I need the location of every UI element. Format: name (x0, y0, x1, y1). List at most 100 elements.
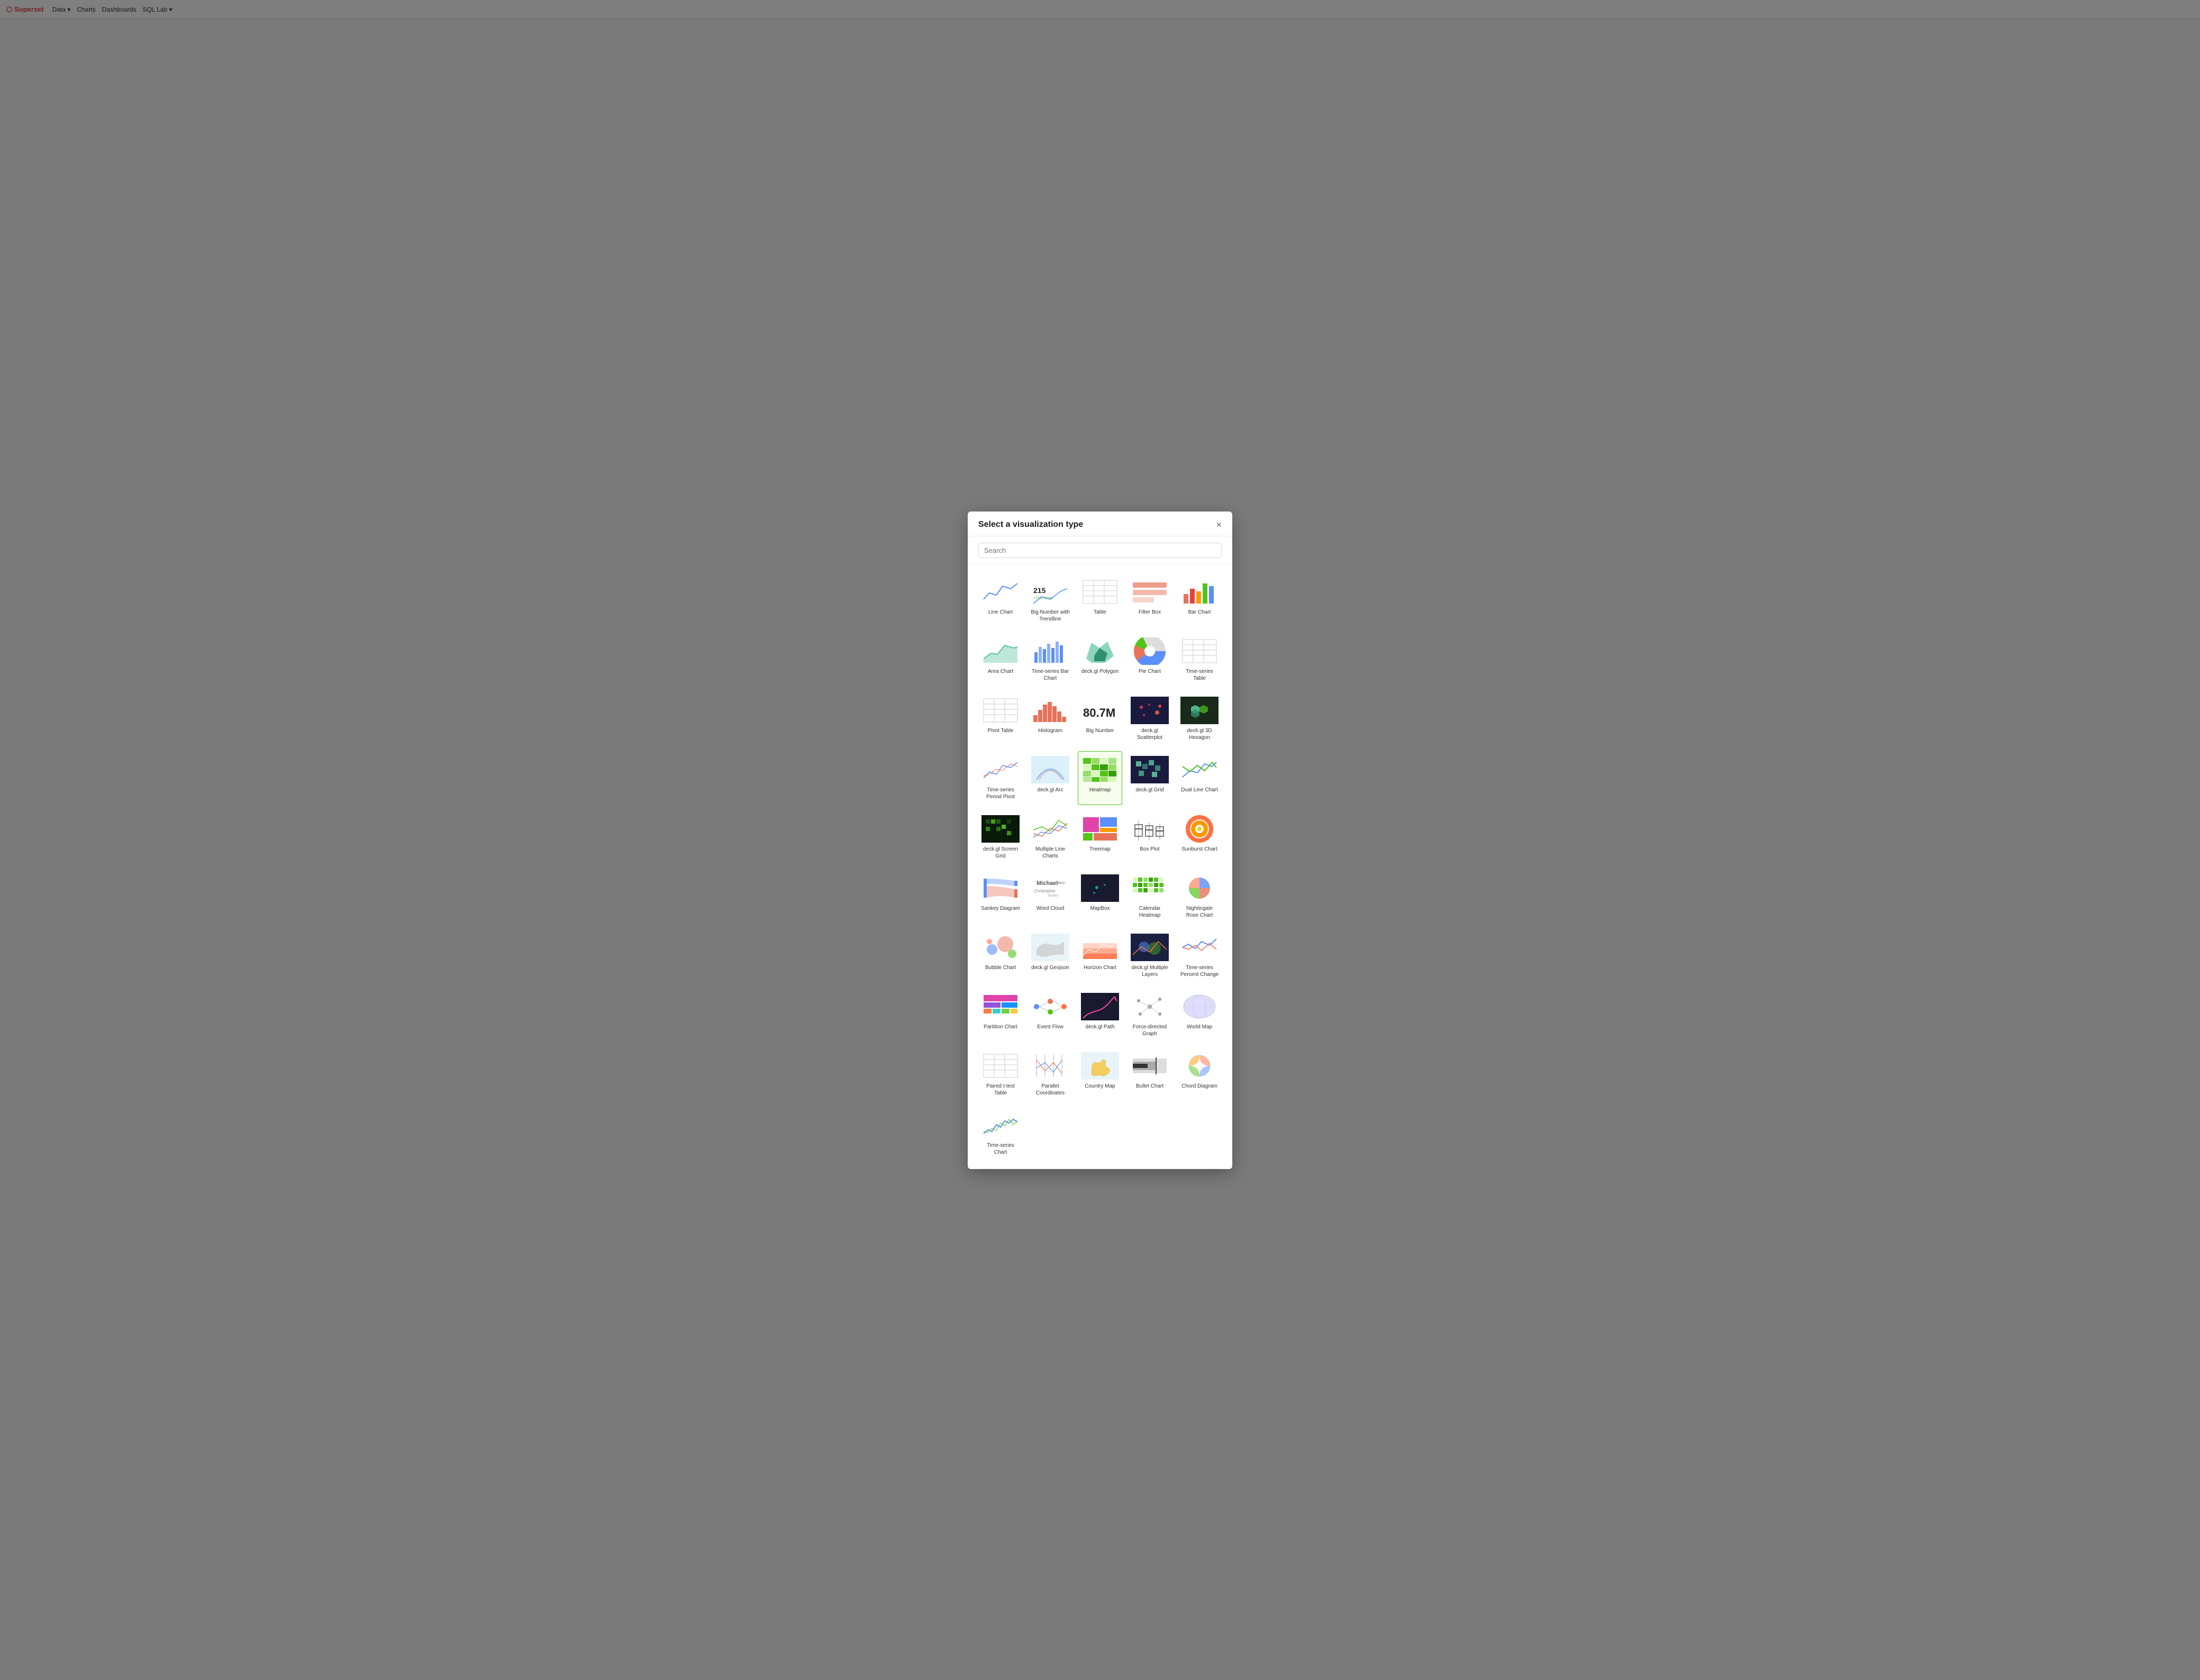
viz-type-force-directed[interactable]: Force-directed Graph (1128, 988, 1172, 1042)
viz-thumb-deckgl-arc (1031, 756, 1069, 783)
viz-thumb-big-number: 80.7M (1081, 697, 1119, 724)
viz-label-treemap: Treemap (1089, 846, 1111, 853)
viz-type-deckgl-3d-hexagon[interactable]: deck.gl 3D Hexagon (1177, 692, 1222, 746)
viz-type-big-number-trendline[interactable]: 215+70% WoWBig Number with Trendline (1028, 573, 1072, 627)
svg-text:80.7M: 80.7M (1083, 706, 1115, 719)
viz-type-line-chart[interactable]: Line Chart (978, 573, 1023, 627)
viz-type-paired-ttest[interactable]: Paired t-test Table (978, 1047, 1023, 1101)
viz-label-time-series-table: Time-series Table (1180, 668, 1219, 682)
viz-label-pivot-table: Pivot Table (988, 727, 1014, 734)
viz-type-heatmap[interactable]: Heatmap (1078, 751, 1122, 805)
viz-type-partition-chart[interactable]: Partition Chart (978, 988, 1023, 1042)
viz-label-horizon: Horizon Chart (1084, 964, 1116, 971)
viz-type-horizon[interactable]: Horizon Chart (1078, 929, 1122, 983)
viz-label-time-series-chart: Time-series Chart (981, 1142, 1020, 1156)
viz-type-deckgl-path[interactable]: deck.gl Path (1078, 988, 1122, 1042)
viz-grid: Line Chart215+70% WoWBig Number with Tre… (978, 573, 1222, 1161)
viz-type-time-series-chart[interactable]: Time-series Chart (978, 1107, 1023, 1161)
viz-type-bar-chart[interactable]: Bar Chart (1177, 573, 1222, 627)
viz-type-nightingale[interactable]: Nightingale Rose Chart (1177, 870, 1222, 924)
modal-header: Select a visualization type × (968, 512, 1232, 536)
viz-type-big-number[interactable]: 80.7M Big Number (1078, 692, 1122, 746)
viz-type-time-series-period-pivot[interactable]: Time-series Period Pivot (978, 751, 1023, 805)
viz-label-deckgl-path: deck.gl Path (1085, 1024, 1114, 1030)
viz-type-sankey[interactable]: Sankey Diagram (978, 870, 1023, 924)
viz-type-deckgl-screen-grid[interactable]: deck.gl Screen Grid (978, 810, 1023, 864)
viz-label-box-plot: Box Plot (1140, 846, 1159, 853)
viz-thumb-time-series-chart (981, 1111, 1020, 1139)
viz-type-pivot-table[interactable]: Pivot Table (978, 692, 1023, 746)
viz-label-deckgl-multiple-layers: deck.gl Multiple Layers (1130, 964, 1169, 978)
viz-type-world-map[interactable]: World Map (1177, 988, 1222, 1042)
viz-thumb-deckgl-multiple-layers (1131, 934, 1169, 961)
viz-thumb-time-series-bar (1031, 637, 1069, 665)
viz-thumb-sankey (981, 874, 1020, 902)
viz-type-time-series-table[interactable]: Time-series Table (1177, 633, 1222, 687)
viz-grid-container: Line Chart215+70% WoWBig Number with Tre… (968, 565, 1232, 1169)
viz-thumb-treemap (1081, 815, 1119, 843)
viz-type-deckgl-grid[interactable]: deck.gl Grid (1128, 751, 1172, 805)
viz-thumb-deckgl-polygon (1081, 637, 1119, 665)
viz-type-filter-box[interactable]: Filter Box (1128, 573, 1172, 627)
viz-type-treemap[interactable]: Treemap (1078, 810, 1122, 864)
viz-type-sunburst[interactable]: Sunburst Chart (1177, 810, 1222, 864)
viz-type-time-series-percent[interactable]: Time-series Percent Change (1177, 929, 1222, 983)
viz-type-chord[interactable]: Chord Diagram (1177, 1047, 1222, 1101)
viz-type-pie-chart[interactable]: Pie Chart (1128, 633, 1172, 687)
viz-type-multiple-line-charts[interactable]: Multiple Line Charts (1028, 810, 1072, 864)
viz-type-mapbox[interactable]: MapBox (1078, 870, 1122, 924)
viz-type-country-map[interactable]: Country Map (1078, 1047, 1122, 1101)
viz-label-deckgl-3d-hexagon: deck.gl 3D Hexagon (1180, 727, 1219, 741)
viz-thumb-time-series-period-pivot (981, 756, 1020, 783)
viz-thumb-country-map (1081, 1052, 1119, 1080)
viz-thumb-bubble (981, 934, 1020, 961)
viz-type-box-plot[interactable]: Box Plot (1128, 810, 1172, 864)
viz-type-dual-line-chart[interactable]: Dual Line Chart (1177, 751, 1222, 805)
viz-label-world-map: World Map (1187, 1024, 1212, 1030)
viz-type-deckgl-arc[interactable]: deck.gl Arc (1028, 751, 1072, 805)
viz-type-bullet[interactable]: Bullet Chart (1128, 1047, 1172, 1101)
viz-label-heatmap: Heatmap (1089, 787, 1111, 793)
viz-type-word-cloud[interactable]: MichaelChristopherJamesMaryWord Cloud (1028, 870, 1072, 924)
svg-text:Mary: Mary (1057, 881, 1065, 885)
viz-thumb-event-flow (1031, 993, 1069, 1020)
viz-label-pie-chart: Pie Chart (1139, 668, 1161, 675)
viz-type-calendar-heatmap[interactable]: Calendar Heatmap (1128, 870, 1172, 924)
viz-type-deckgl-geojson[interactable]: deck.gl Geojson (1028, 929, 1072, 983)
viz-type-deckgl-multiple-layers[interactable]: deck.gl Multiple Layers (1128, 929, 1172, 983)
viz-thumb-paired-ttest (981, 1052, 1020, 1080)
viz-type-table[interactable]: Table (1078, 573, 1122, 627)
search-input[interactable] (978, 543, 1222, 558)
viz-type-area-chart[interactable]: Area Chart (978, 633, 1023, 687)
viz-label-calendar-heatmap: Calendar Heatmap (1130, 905, 1169, 919)
viz-thumb-world-map (1180, 993, 1219, 1020)
viz-label-big-number-trendline: Big Number with Trendline (1031, 609, 1070, 623)
viz-type-modal: Select a visualization type × Line Chart… (968, 512, 1232, 1169)
viz-label-deckgl-arc: deck.gl Arc (1038, 787, 1063, 793)
viz-type-event-flow[interactable]: Event Flow (1028, 988, 1072, 1042)
viz-label-deckgl-scatter: deck.gl Scatterplot (1130, 727, 1169, 741)
viz-thumb-line-chart (981, 578, 1020, 606)
viz-thumb-heatmap (1081, 756, 1119, 783)
viz-thumb-sunburst (1180, 815, 1219, 843)
viz-type-deckgl-scatter[interactable]: deck.gl Scatterplot (1128, 692, 1172, 746)
viz-thumb-bar-chart (1180, 578, 1219, 606)
viz-thumb-time-series-table (1180, 637, 1219, 665)
viz-label-big-number: Big Number (1086, 727, 1114, 734)
viz-type-parallel-coords[interactable]: Parallel Coordinates (1028, 1047, 1072, 1101)
modal-search-area (968, 536, 1232, 565)
viz-thumb-filter-box (1131, 578, 1169, 606)
viz-thumb-deckgl-3d-hexagon (1180, 697, 1219, 724)
viz-thumb-area-chart (981, 637, 1020, 665)
viz-type-time-series-bar[interactable]: Time-series Bar Chart (1028, 633, 1072, 687)
svg-text:215: 215 (1033, 586, 1046, 595)
viz-thumb-multiple-line-charts (1031, 815, 1069, 843)
viz-type-deckgl-polygon[interactable]: deck.gl Polygon (1078, 633, 1122, 687)
viz-type-bubble[interactable]: Bubble Chart (978, 929, 1023, 983)
viz-type-histogram[interactable]: Histogram (1028, 692, 1072, 746)
svg-text:Christopher: Christopher (1034, 889, 1056, 893)
viz-thumb-deckgl-geojson (1031, 934, 1069, 961)
modal-close-button[interactable]: × (1216, 520, 1222, 529)
viz-label-multiple-line-charts: Multiple Line Charts (1031, 846, 1070, 860)
viz-label-chord: Chord Diagram (1181, 1083, 1217, 1090)
